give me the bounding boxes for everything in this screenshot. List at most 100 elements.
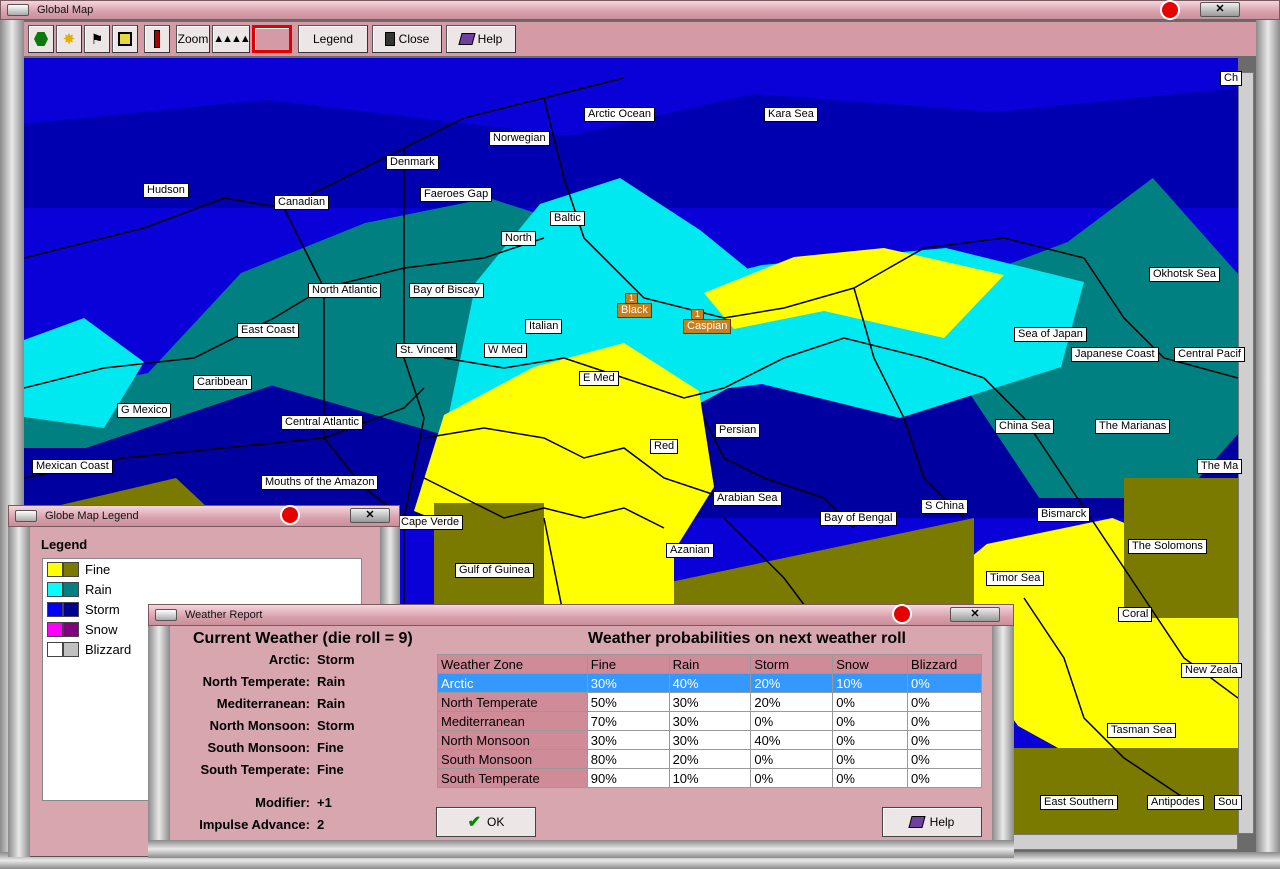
- map-zone-label[interactable]: Faeroes Gap: [420, 187, 493, 202]
- map-zone-label[interactable]: Red: [650, 439, 679, 454]
- map-zone-label[interactable]: Antipodes: [1147, 795, 1204, 810]
- map-zone-label[interactable]: Tasman Sea: [1107, 723, 1177, 738]
- legend-label: Legend: [312, 32, 354, 46]
- map-zone-label[interactable]: Mexican Coast: [32, 459, 113, 474]
- map-zone-label[interactable]: Gulf of Guinea: [455, 563, 534, 578]
- current-zone-value: Rain: [317, 696, 346, 711]
- table-row[interactable]: South Monsoon 80% 20% 0% 0% 0%: [437, 749, 982, 769]
- legend-window-title: Globe Map Legend: [45, 510, 139, 522]
- box-tool-button[interactable]: [112, 25, 138, 53]
- legend-item-label: Storm: [85, 601, 120, 617]
- legend-button[interactable]: Legend: [298, 25, 368, 53]
- map-zone-label[interactable]: Okhotsk Sea: [1149, 267, 1220, 282]
- probability-cell: 30%: [668, 692, 752, 712]
- main-close-icon[interactable]: ✕: [1200, 2, 1240, 17]
- weather-help-button[interactable]: Help: [882, 807, 982, 837]
- legend-rising-sun-icon: [270, 505, 310, 525]
- probability-cell: 40%: [668, 673, 752, 693]
- map-vertical-scrollbar[interactable]: [1238, 72, 1254, 834]
- map-horizontal-scrollbar[interactable]: [1010, 834, 1238, 850]
- probability-cell: 0%: [907, 730, 982, 750]
- map-zone-label[interactable]: The Marianas: [1095, 419, 1171, 434]
- map-zone-label[interactable]: E Med: [579, 371, 619, 386]
- map-zone-label[interactable]: Mouths of the Amazon: [261, 475, 379, 490]
- map-zone-label[interactable]: Central Atlantic: [281, 415, 363, 430]
- probability-cell: 30%: [668, 730, 752, 750]
- map-zone-label[interactable]: Sea of Japan: [1014, 327, 1087, 342]
- map-zone-label[interactable]: Azanian: [666, 543, 714, 558]
- legend-swatch-dark: [63, 601, 79, 617]
- map-zone-label[interactable]: Baltic: [550, 211, 585, 226]
- map-zone-label[interactable]: Cape Verde: [397, 515, 464, 530]
- map-zone-label[interactable]: Denmark: [386, 155, 439, 170]
- current-zone-label: North Temperate:: [202, 674, 310, 689]
- chimney-tool-button[interactable]: [144, 25, 170, 53]
- map-zone-label[interactable]: Canadian: [274, 195, 330, 210]
- map-zone-label[interactable]: Sou: [1214, 795, 1242, 810]
- probability-cell: 0%: [832, 711, 909, 731]
- sea-area-token[interactable]: Caspian: [683, 319, 732, 334]
- hex-tool-button[interactable]: [28, 25, 54, 53]
- terrain-tool-button[interactable]: ▲▲▲▲: [212, 25, 251, 53]
- map-zone-label[interactable]: Hudson: [143, 183, 189, 198]
- weather-probability-table[interactable]: Weather Zone Fine Rain Storm Snow Blizzard Arc…: [437, 654, 982, 788]
- flag-tool-button[interactable]: ⚑: [84, 25, 110, 53]
- legend-system-menu-icon[interactable]: [15, 510, 37, 522]
- explosion-tool-button[interactable]: ✸: [56, 25, 82, 53]
- table-row[interactable]: North Temperate 50% 30% 20% 0% 0%: [437, 692, 982, 712]
- map-zone-label[interactable]: W Med: [484, 343, 527, 358]
- map-zone-label[interactable]: St. Vincent: [396, 343, 457, 358]
- help-button[interactable]: Help: [446, 25, 516, 53]
- map-zone-label[interactable]: Caribbean: [193, 375, 252, 390]
- color-swatch-button[interactable]: [252, 25, 292, 53]
- map-zone-label[interactable]: Italian: [525, 319, 563, 334]
- zoom-button[interactable]: Zoom: [176, 25, 210, 53]
- probability-cell: 40%: [750, 730, 834, 750]
- map-zone-label[interactable]: Bismarck: [1037, 507, 1091, 522]
- table-header-cell: Blizzard: [907, 654, 982, 674]
- zone-name-cell: Arctic: [437, 673, 588, 693]
- map-zone-label[interactable]: Timor Sea: [986, 571, 1045, 586]
- ok-button[interactable]: ✔ OK: [436, 807, 536, 837]
- map-zone-label[interactable]: East Southern: [1040, 795, 1118, 810]
- probability-cell: 30%: [586, 673, 670, 693]
- map-zone-label[interactable]: Arctic Ocean: [584, 107, 655, 122]
- legend-close-icon[interactable]: ✕: [350, 508, 390, 523]
- map-zone-label[interactable]: S China: [921, 499, 969, 514]
- map-zone-label[interactable]: North Atlantic: [308, 283, 382, 298]
- map-zone-label[interactable]: G Mexico: [117, 403, 172, 418]
- map-zone-label[interactable]: Norwegian: [489, 131, 550, 146]
- weather-system-menu-icon[interactable]: [155, 609, 177, 621]
- map-zone-label[interactable]: Ch: [1220, 71, 1243, 86]
- table-row[interactable]: Mediterranean 70% 30% 0% 0% 0%: [437, 711, 982, 731]
- map-zone-label[interactable]: Japanese Coast: [1071, 347, 1159, 362]
- map-zone-label[interactable]: Bay of Biscay: [409, 283, 484, 298]
- probability-cell: 0%: [907, 673, 982, 693]
- map-zone-label[interactable]: Coral: [1118, 607, 1153, 622]
- current-zone-value: Storm: [317, 652, 355, 667]
- legend-heading: Legend: [41, 537, 88, 552]
- map-zone-label[interactable]: Kara Sea: [764, 107, 818, 122]
- map-zone-label[interactable]: The Solomons: [1128, 539, 1207, 554]
- map-zone-label[interactable]: North: [501, 231, 536, 246]
- map-zone-label[interactable]: The Ma: [1197, 459, 1243, 474]
- modifier-label: Modifier:: [255, 795, 310, 810]
- probability-cell: 20%: [750, 673, 834, 693]
- weather-close-icon[interactable]: ✕: [950, 607, 1000, 622]
- table-row[interactable]: Arctic 30% 40% 20% 10% 0%: [437, 673, 982, 693]
- sea-area-token[interactable]: Black: [617, 303, 652, 318]
- map-zone-label[interactable]: Central Pacif: [1174, 347, 1245, 362]
- probability-cell: 0%: [907, 711, 982, 731]
- map-zone-label[interactable]: Arabian Sea: [713, 491, 782, 506]
- table-row[interactable]: South Temperate 90% 10% 0% 0% 0%: [437, 768, 982, 788]
- table-row[interactable]: North Monsoon 30% 30% 40% 0% 0%: [437, 730, 982, 750]
- system-menu-icon[interactable]: [7, 4, 29, 16]
- probability-cell: 80%: [586, 749, 670, 769]
- close-button[interactable]: Close: [372, 25, 442, 53]
- map-zone-label[interactable]: East Coast: [237, 323, 299, 338]
- map-zone-label[interactable]: New Zeala: [1181, 663, 1242, 678]
- map-zone-label[interactable]: Bay of Bengal: [820, 511, 897, 526]
- map-zone-label[interactable]: Persian: [715, 423, 761, 438]
- green-hex-icon: [34, 32, 48, 46]
- map-zone-label[interactable]: China Sea: [995, 419, 1055, 434]
